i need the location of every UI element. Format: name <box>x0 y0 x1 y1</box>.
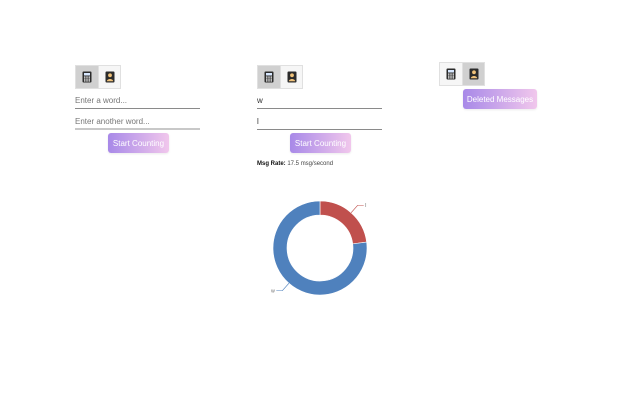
donut-slices <box>272 200 368 296</box>
contact-card-icon <box>105 71 114 83</box>
panel2-start-counting-button[interactable]: Start Counting <box>290 133 351 153</box>
word-count-donut-chart: lw <box>271 200 368 296</box>
donut-label-w: w <box>271 289 275 295</box>
panel2-another-word-input[interactable] <box>257 114 382 130</box>
panel2-toggle-group <box>257 65 303 89</box>
msg-rate-label: Msg Rate: <box>257 161 286 167</box>
donut-slice-l <box>319 200 367 245</box>
panel1-word-input[interactable] <box>75 93 200 109</box>
panel3-contact-toggle[interactable] <box>462 63 484 85</box>
calculator-icon <box>264 71 274 83</box>
contact-card-icon <box>469 68 478 80</box>
msg-rate-value: 17.5 msg/second <box>287 161 334 167</box>
panel1-start-counting-button[interactable]: Start Counting <box>108 133 169 153</box>
donut-label-l: l <box>365 203 366 209</box>
panel1-contact-toggle[interactable] <box>98 66 120 88</box>
msg-rate-readout: Msg Rate: 17.5 msg/second <box>257 161 333 167</box>
calculator-icon <box>82 71 92 83</box>
panel1-calculator-toggle[interactable] <box>76 66 98 88</box>
panel1-toggle-group <box>75 65 121 89</box>
panel2-word-input[interactable] <box>257 93 382 109</box>
donut-leader-line-l <box>350 204 364 213</box>
donut-leader-line-w <box>276 283 290 292</box>
panel3-calculator-toggle[interactable] <box>440 63 462 85</box>
panel1-another-word-input[interactable] <box>75 114 200 130</box>
panel3-toggle-group <box>439 62 485 86</box>
panel2-contact-toggle[interactable] <box>280 66 302 88</box>
calculator-icon <box>446 68 456 80</box>
deleted-messages-button[interactable]: Deleted Messages <box>463 89 537 109</box>
contact-card-icon <box>287 71 296 83</box>
panel2-calculator-toggle[interactable] <box>258 66 280 88</box>
